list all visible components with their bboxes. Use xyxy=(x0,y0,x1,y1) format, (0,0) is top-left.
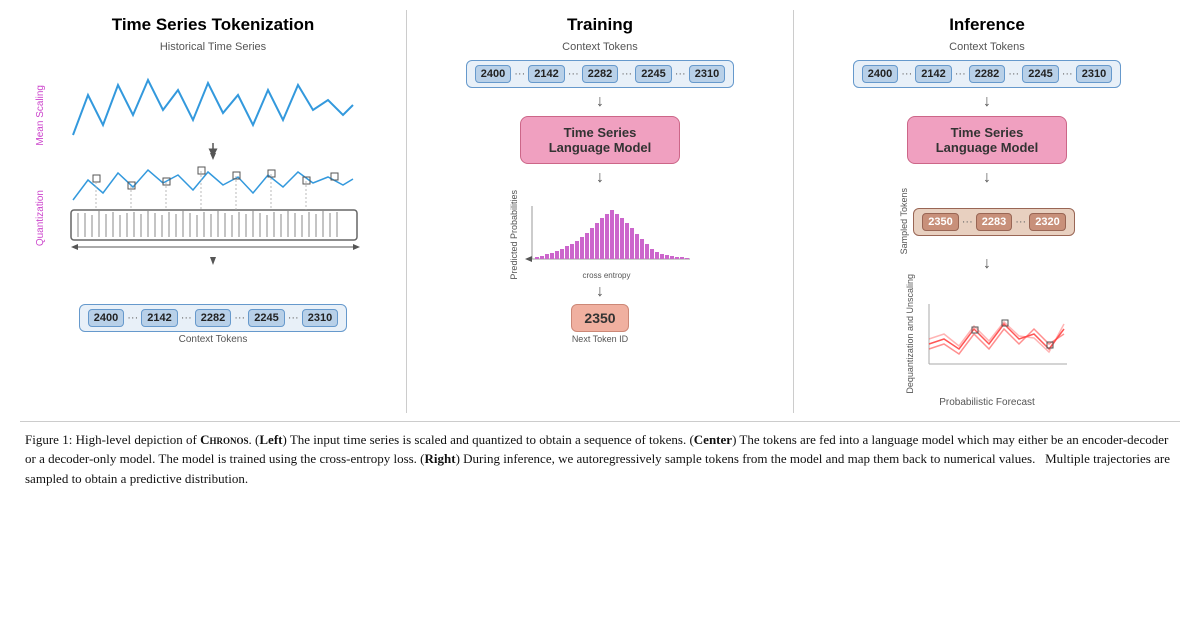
next-token-label: Next Token ID xyxy=(572,334,628,344)
center-context-tokens-top: Context Tokens 2400 ··· 2142 ··· 2282 ··… xyxy=(466,41,734,88)
right-panel: Inference Context Tokens 2400 ··· 2142 ·… xyxy=(794,10,1180,413)
context-tokens-label-left: Context Tokens xyxy=(179,334,248,345)
right-arrow1: ↓ xyxy=(983,94,991,110)
prob-area: Predicted Probabilities xyxy=(509,190,692,280)
center-arrow2: ↓ xyxy=(596,170,604,186)
context-tokens-row-left: 2400 ··· 2142 ··· 2282 ··· 2245 ··· 2310 xyxy=(79,304,347,332)
right-label: Right xyxy=(425,451,456,466)
sampled-tokens-area: Sampled Tokens 2350 ··· 2283 ··· 2320 xyxy=(899,188,1074,254)
quantization-label: Quantization xyxy=(35,190,46,246)
sampled-tokens-label: Sampled Tokens xyxy=(899,188,909,254)
token-2400: 2400 xyxy=(88,309,124,327)
right-arrow2: ↓ xyxy=(983,170,991,186)
caption-area: Figure 1: High-level depiction of Chrono… xyxy=(20,422,1180,494)
token-2310: 2310 xyxy=(302,309,338,327)
left-diagram-svg xyxy=(53,55,373,295)
dequant-area: Dequantization and Unscaling xyxy=(905,274,1069,394)
dequant-label: Dequantization and Unscaling xyxy=(905,274,915,394)
left-panel: Time Series Tokenization Historical Time… xyxy=(20,10,407,413)
right-context-tokens-top: Context Tokens 2400 ··· 2142 ··· 2282 ··… xyxy=(853,41,1121,88)
right-panel-title: Inference xyxy=(949,15,1025,35)
center-arrow1: ↓ xyxy=(596,94,604,110)
diagrams-row: Time Series Tokenization Historical Time… xyxy=(20,10,1180,422)
sampled-row: 2350 ··· 2283 ··· 2320 xyxy=(913,208,1074,236)
left-label: Left xyxy=(259,432,282,447)
right-ctx-label: Context Tokens xyxy=(949,41,1025,53)
predicted-probs-label: Predicted Probabilities xyxy=(509,190,519,280)
prob-bars-svg xyxy=(522,201,692,266)
cross-entropy-label: cross entropy xyxy=(522,271,692,280)
historical-label: Historical Time Series xyxy=(160,41,266,53)
center-model-box: Time Series Language Model xyxy=(520,116,680,164)
center-panel-title: Training xyxy=(567,15,633,35)
mean-scaling-label: Mean Scaling xyxy=(35,85,46,146)
center-arrow3: ↓ xyxy=(596,284,604,300)
token-2245: 2245 xyxy=(248,309,284,327)
center-panel: Training Context Tokens 2400 ··· 2142 ··… xyxy=(407,10,794,413)
center-label: Center xyxy=(694,432,732,447)
left-panel-content: Historical Time Series Mean Scaling Quan… xyxy=(30,41,396,345)
token-2142: 2142 xyxy=(141,309,177,327)
token-2282: 2282 xyxy=(195,309,231,327)
right-model-box: Time Series Language Model xyxy=(907,116,1067,164)
next-token-box: 2350 xyxy=(571,304,628,332)
prob-forecast-label: Probabilistic Forecast xyxy=(939,397,1035,408)
center-token-row: 2400 ··· 2142 ··· 2282 ··· 2245 ··· 2310 xyxy=(466,60,734,88)
left-panel-title: Time Series Tokenization xyxy=(112,15,315,35)
figure-num: Figure 1: xyxy=(25,432,72,447)
right-arrow3: ↓ xyxy=(983,256,991,272)
chronos-name: Chronos xyxy=(200,432,248,447)
main-container: Time Series Tokenization Historical Time… xyxy=(0,0,1200,503)
right-token-row: 2400 ··· 2142 ··· 2282 ··· 2245 ··· 2310 xyxy=(853,60,1121,88)
bars-wrapper: cross entropy xyxy=(522,201,692,280)
center-ctx-label: Context Tokens xyxy=(562,41,638,53)
forecast-svg xyxy=(919,294,1069,374)
